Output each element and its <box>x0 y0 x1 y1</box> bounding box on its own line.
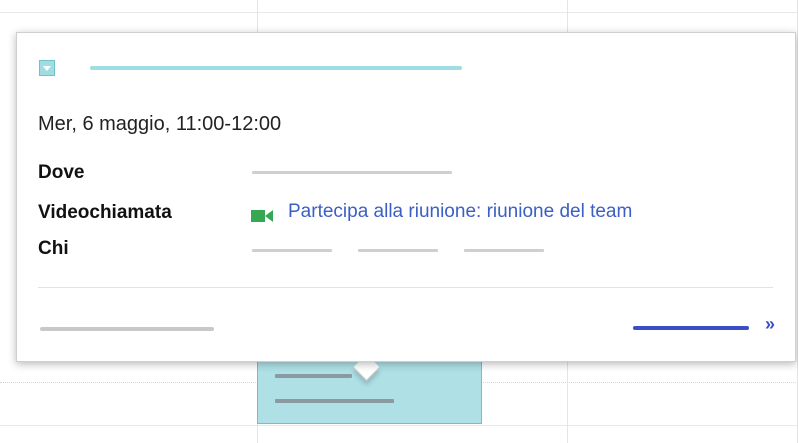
where-value-placeholder <box>252 171 452 174</box>
video-camera-icon <box>251 210 273 222</box>
event-time-placeholder <box>275 399 394 403</box>
attendee-placeholder[interactable] <box>252 249 332 252</box>
join-meeting-link[interactable]: Partecipa alla riunione: riunione del te… <box>288 201 632 223</box>
event-title-placeholder <box>275 374 352 378</box>
grid-row-line <box>0 12 798 13</box>
more-details-link[interactable] <box>633 326 749 330</box>
calendar-name-placeholder <box>40 327 214 331</box>
attendee-placeholder[interactable] <box>464 249 544 252</box>
grid-row-line <box>0 425 798 426</box>
where-label: Dove <box>38 162 85 183</box>
attendee-placeholder[interactable] <box>358 249 438 252</box>
calendar-color-button[interactable] <box>39 60 55 76</box>
more-details-arrow-icon[interactable]: » <box>765 314 775 335</box>
video-call-label: Videochiamata <box>38 202 172 223</box>
attendees-label: Chi <box>38 238 69 259</box>
event-datetime: Mer, 6 maggio, 11:00-12:00 <box>38 113 282 135</box>
chevron-down-icon <box>43 66 51 71</box>
event-title-placeholder <box>90 66 462 70</box>
event-details-popup: Mer, 6 maggio, 11:00-12:00 Dove Videochi… <box>16 32 796 362</box>
footer-divider <box>38 287 773 288</box>
